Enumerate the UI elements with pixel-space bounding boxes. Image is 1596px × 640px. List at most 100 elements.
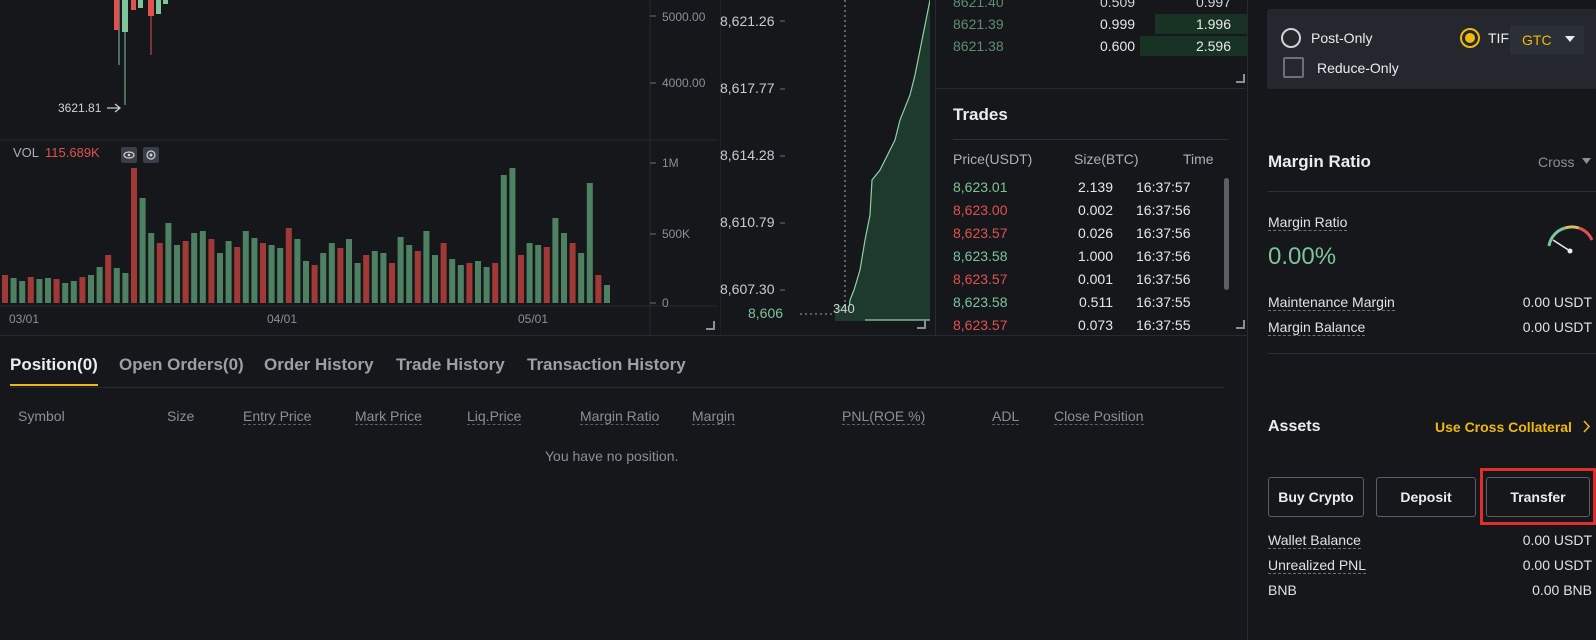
trade-size: 0.073 <box>1077 317 1113 333</box>
volume-bar <box>79 277 86 303</box>
volume-bar <box>165 223 172 303</box>
post-only-radio[interactable] <box>1281 28 1301 48</box>
margin-ratio-title: Margin Ratio <box>1268 152 1371 171</box>
volume-bar <box>604 285 610 303</box>
trade-price: 8,623.58 <box>953 248 1008 264</box>
depth-marker: 340 <box>833 301 855 316</box>
volume-bar <box>561 233 567 303</box>
volume-bar <box>36 279 43 303</box>
trade-time: 16:37:55 <box>1136 294 1191 310</box>
divider <box>0 335 1247 336</box>
volume-axis-label: 0 <box>662 296 669 310</box>
volume-bar <box>466 263 473 303</box>
date-axis-label: 05/01 <box>518 312 549 326</box>
divider <box>1268 353 1596 354</box>
col-liq-price: Liq.Price <box>467 408 522 425</box>
trades-scrollbar[interactable] <box>1224 178 1229 290</box>
empty-position-message: You have no position. <box>545 448 679 464</box>
volume-bar <box>53 279 60 303</box>
settings-icon[interactable] <box>143 147 159 163</box>
ob-size: 0.999 <box>1100 16 1136 32</box>
trade-time: 16:37:57 <box>1136 179 1191 195</box>
trade-row: 8,623.58 0.511 16:37:55 <box>953 294 1223 316</box>
volume-bar <box>380 253 387 303</box>
trade-size: 0.002 <box>1077 202 1113 218</box>
trade-row: 8,623.58 1.000 16:37:56 <box>953 248 1223 270</box>
trade-size: 0.001 <box>1077 271 1113 287</box>
col-close-position: Close Position <box>1054 408 1144 425</box>
volume-bar <box>268 245 275 303</box>
trade-price: 8,623.57 <box>953 317 1008 333</box>
ob-total: 2.596 <box>1195 38 1231 54</box>
volume-label: VOL <box>13 145 40 160</box>
volume-bar <box>526 243 533 303</box>
depth-price-label: 8,621.26 <box>720 13 775 29</box>
margin-balance-value: 0.00 USDT <box>1522 319 1592 335</box>
ob-price: 8621.38 <box>953 38 1004 54</box>
date-axis-label: 04/01 <box>267 312 298 326</box>
ob-total: 0.997 <box>1195 0 1231 10</box>
volume-bar <box>475 261 481 303</box>
volume-bar <box>423 231 430 303</box>
reduce-only-checkbox[interactable] <box>1283 57 1304 78</box>
volume-bar <box>2 275 8 303</box>
volume-bar <box>543 247 550 303</box>
volume-bar <box>535 245 542 303</box>
volume-bar <box>449 259 456 303</box>
volume-bar <box>406 245 413 303</box>
tab-trade-history[interactable]: Trade History <box>396 355 505 375</box>
buy-crypto-button[interactable]: Buy Crypto <box>1268 477 1364 517</box>
orderbook-row[interactable]: 8621.38 0.600 2.596 <box>953 35 1231 57</box>
volume-bar <box>346 239 352 303</box>
col-symbol: Symbol <box>18 408 65 424</box>
volume-indicator: VOL 115.689K <box>13 145 100 160</box>
resize-handle-icon[interactable] <box>1236 320 1245 329</box>
trade-price: 8,623.57 <box>953 225 1008 241</box>
orderbook-row[interactable]: 8621.40 0.509 0.997 <box>953 0 1231 13</box>
resize-handle-icon[interactable] <box>1236 74 1245 83</box>
volume-bar <box>88 275 94 303</box>
volume-bar <box>363 255 370 303</box>
trade-row: 8,623.00 0.002 16:37:56 <box>953 202 1223 224</box>
volume-bar <box>320 253 327 303</box>
volume-bar <box>328 243 335 303</box>
volume-bar <box>303 261 309 303</box>
trade-row: 8,623.01 2.139 16:37:57 <box>953 179 1223 201</box>
price-axis-label: 4000.00 <box>662 76 706 90</box>
reduce-only-label: Reduce-Only <box>1317 60 1399 76</box>
divider <box>935 88 1245 89</box>
eye-icon[interactable] <box>121 147 137 163</box>
divider <box>953 139 1228 140</box>
volume-bar <box>27 277 34 303</box>
tab-open-orders[interactable]: Open Orders(0) <box>119 355 244 375</box>
tab-position[interactable]: Position(0) <box>10 355 98 375</box>
margin-mode-label: Cross <box>1538 154 1575 170</box>
margin-mode[interactable]: Cross <box>1538 154 1592 170</box>
trade-time: 16:37:56 <box>1136 248 1191 264</box>
orderbook-row[interactable]: 8621.39 0.999 1.996 <box>953 13 1231 35</box>
depth-price-label: 8,617.77 <box>720 80 775 96</box>
resize-handle-icon[interactable] <box>706 321 715 330</box>
trade-time: 16:37:56 <box>1136 225 1191 241</box>
volume-bar <box>182 241 189 303</box>
volume-bar <box>354 263 361 303</box>
resize-handle-icon[interactable] <box>917 320 926 329</box>
caret-down-icon <box>1565 36 1575 42</box>
kline-chart[interactable]: 5000.00 4000.00 3621.81 VOL 115.689K 1M 5… <box>0 0 720 335</box>
tif-select[interactable]: GTC <box>1510 26 1584 54</box>
volume-bar <box>122 273 129 303</box>
use-cross-collateral-link[interactable]: Use Cross Collateral <box>1435 419 1591 435</box>
ob-total: 1.996 <box>1195 16 1231 32</box>
tab-order-history[interactable]: Order History <box>264 355 374 375</box>
volume-bar <box>105 255 112 303</box>
volume-axis-label: 1M <box>662 156 679 170</box>
volume-bar <box>371 251 378 303</box>
volume-value: 115.689K <box>45 145 100 160</box>
trade-size: 0.511 <box>1079 294 1113 310</box>
trades-header-size: Size(BTC) <box>1074 151 1139 167</box>
deposit-button[interactable]: Deposit <box>1376 477 1476 517</box>
col-margin: Margin <box>692 408 735 425</box>
tab-transaction-history[interactable]: Transaction History <box>527 355 686 375</box>
volume-bar <box>552 218 559 303</box>
tif-radio[interactable] <box>1460 28 1480 48</box>
